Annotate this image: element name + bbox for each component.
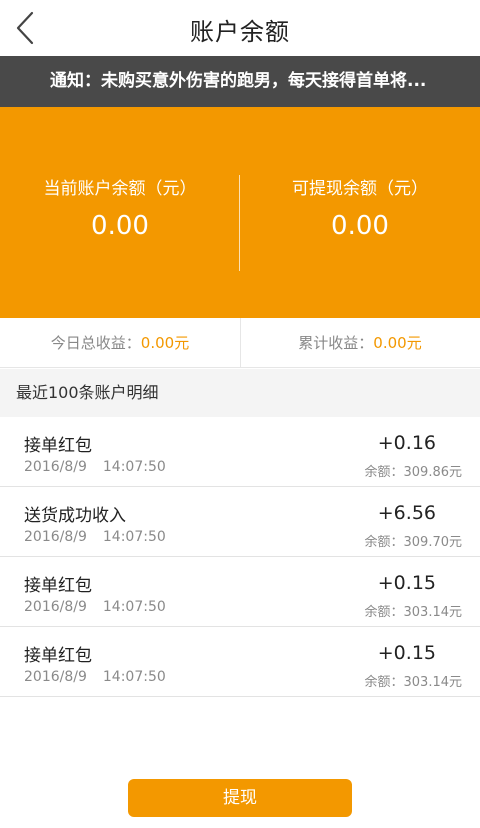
list-item[interactable]: 接单红包 2016/8/9 14:07:50 +0.15 余额：303.14元 <box>0 627 480 697</box>
total-earnings-label: 累计收益： <box>298 334 374 352</box>
record-datetime: 2016/8/9 14:07:50 <box>24 599 166 615</box>
record-name: 接单红包 <box>24 576 92 596</box>
record-amount: +0.15 <box>377 642 436 664</box>
record-datetime: 2016/8/9 14:07:50 <box>24 459 166 475</box>
record-name: 接单红包 <box>24 436 92 456</box>
record-balance: 余额：309.86元 <box>364 465 463 480</box>
current-balance-value: 0.00 <box>91 211 149 241</box>
record-amount: +0.16 <box>377 432 436 454</box>
record-date: 2016/8/9 <box>24 459 87 475</box>
page-title: 账户余额 <box>190 18 290 46</box>
withdrawable-balance-value: 0.00 <box>331 211 389 241</box>
current-balance: 当前账户余额（元） 0.00 <box>0 174 240 241</box>
record-datetime: 2016/8/9 14:07:50 <box>24 669 166 685</box>
list-item[interactable]: 送货成功收入 2016/8/9 14:07:50 +6.56 余额：309.70元 <box>0 487 480 557</box>
record-time: 14:07:50 <box>102 459 166 475</box>
withdrawable-balance: 可提现余额（元） 0.00 <box>240 174 480 241</box>
record-amount: +6.56 <box>377 502 436 524</box>
total-earnings-value: 0.00元 <box>373 334 422 352</box>
nav-bar: 账户余额 <box>0 0 480 56</box>
record-amount: +0.15 <box>377 572 436 594</box>
record-date: 2016/8/9 <box>24 599 87 615</box>
record-name: 送货成功收入 <box>24 506 126 526</box>
balance-panel: 当前账户余额（元） 0.00 可提现余额（元） 0.00 <box>0 107 480 318</box>
record-date: 2016/8/9 <box>24 529 87 545</box>
record-name: 接单红包 <box>24 646 92 666</box>
records-list: 接单红包 2016/8/9 14:07:50 +0.16 余额：309.86元 送… <box>0 417 480 697</box>
list-item[interactable]: 接单红包 2016/8/9 14:07:50 +0.15 余额：303.14元 <box>0 557 480 627</box>
record-balance: 余额：303.14元 <box>364 675 463 690</box>
record-balance: 余额：309.70元 <box>364 535 463 550</box>
withdrawable-balance-label: 可提现余额（元） <box>292 179 428 199</box>
records-section-title: 最近100条账户明细 <box>0 369 480 417</box>
total-earnings: 累计收益：0.00元 <box>240 318 480 368</box>
record-balance: 余额：303.14元 <box>364 605 463 620</box>
today-earnings: 今日总收益：0.00元 <box>0 318 240 368</box>
today-earnings-value: 0.00元 <box>140 334 190 352</box>
record-time: 14:07:50 <box>102 599 166 615</box>
record-datetime: 2016/8/9 14:07:50 <box>24 529 166 545</box>
today-earnings-label: 今日总收益： <box>50 334 141 352</box>
record-time: 14:07:50 <box>102 669 166 685</box>
earnings-bar: 今日总收益：0.00元 累计收益：0.00元 <box>0 318 480 368</box>
record-time: 14:07:50 <box>102 529 166 545</box>
current-balance-label: 当前账户余额（元） <box>43 179 197 199</box>
notice-banner[interactable]: 通知：未购买意外伤害的跑男，每天接得首单将... <box>0 56 480 107</box>
record-date: 2016/8/9 <box>24 669 87 685</box>
list-item[interactable]: 接单红包 2016/8/9 14:07:50 +0.16 余额：309.86元 <box>0 417 480 487</box>
withdraw-button[interactable]: 提现 <box>128 779 352 817</box>
